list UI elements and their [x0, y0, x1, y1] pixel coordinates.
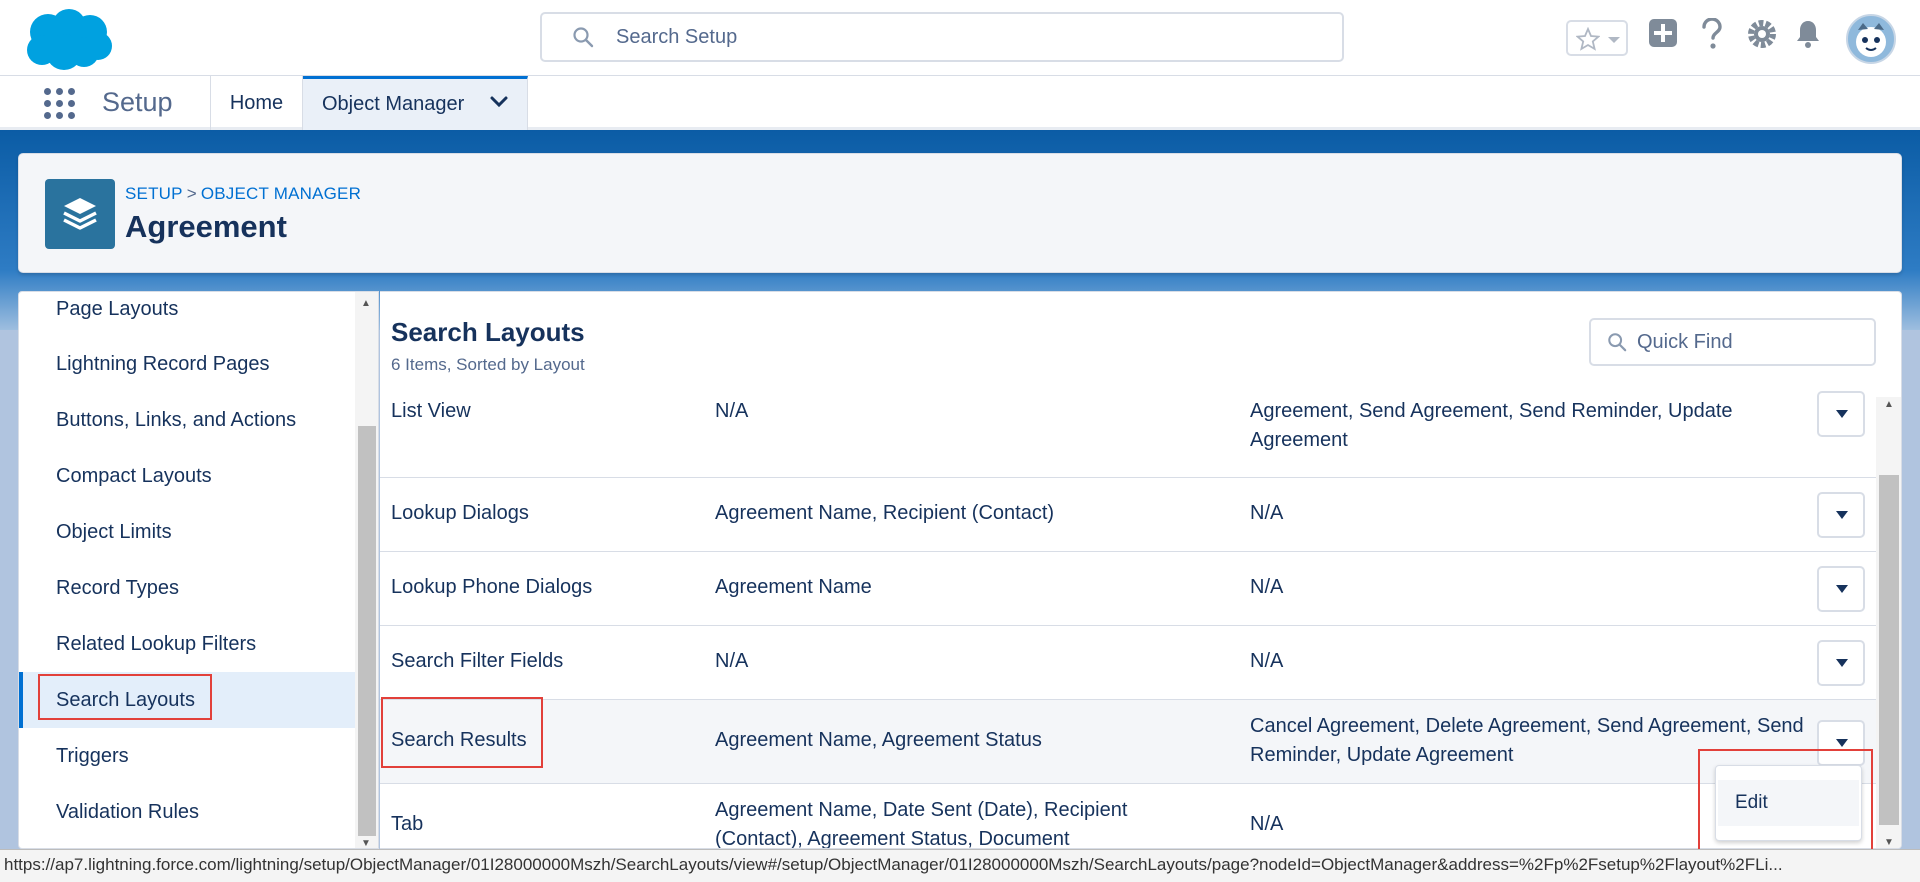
breadcrumb-object-manager[interactable]: OBJECT MANAGER	[201, 184, 361, 203]
layout-cell[interactable]: Lookup Dialogs	[391, 499, 529, 528]
chevron-down-icon	[1836, 659, 1848, 667]
fields-cell: Agreement Name	[715, 576, 872, 598]
app-launcher-icon[interactable]	[44, 88, 76, 120]
table-row[interactable]: Lookup Phone Dialogs Agreement Name N/A	[380, 552, 1876, 626]
layout-cell[interactable]: Tab	[391, 810, 423, 839]
sidebar-item-lightning-record-pages[interactable]: Lightning Record Pages	[19, 336, 355, 392]
sidebar-item-buttons-links-actions[interactable]: Buttons, Links, and Actions	[19, 392, 355, 448]
page-header: SETUP > OBJECT MANAGER Agreement	[18, 153, 1902, 273]
bell-icon[interactable]	[1794, 18, 1822, 50]
fields-cell: Agreement Name, Date Sent (Date), Recipi…	[715, 799, 1128, 849]
star-icon	[1576, 27, 1600, 51]
annotation-highlight-menu	[1698, 749, 1873, 855]
fields-cell: N/A	[715, 650, 749, 672]
sidebar-scrollbar-thumb[interactable]	[358, 426, 376, 836]
object-sidebar: Page Layouts Lightning Record Pages Butt…	[18, 291, 379, 849]
row-actions-button[interactable]	[1817, 492, 1865, 538]
quick-find-input[interactable]: Quick Find	[1589, 318, 1876, 366]
table-row[interactable]: List View N/A Agreement, Send Agreement,…	[380, 391, 1876, 478]
sidebar-item-page-layouts[interactable]: Page Layouts	[19, 292, 355, 337]
layout-cell[interactable]: Search Filter Fields	[391, 647, 563, 676]
plus-icon[interactable]	[1648, 18, 1678, 48]
search-icon	[573, 27, 594, 48]
fields-cell: N/A	[715, 400, 749, 422]
object-icon	[45, 179, 115, 249]
user-avatar-icon	[1856, 23, 1886, 57]
row-actions-button[interactable]	[1817, 391, 1865, 437]
salesforce-logo[interactable]	[22, 6, 114, 72]
breadcrumb-setup[interactable]: SETUP	[125, 184, 183, 203]
row-actions-button[interactable]	[1817, 566, 1865, 612]
chevron-down-icon	[1836, 410, 1848, 418]
scroll-down-arrow-icon[interactable]: ▼	[1884, 837, 1894, 848]
sidebar-item-object-limits[interactable]: Object Limits	[19, 504, 355, 560]
global-header: Search Setup	[0, 0, 1920, 75]
app-name: Setup	[102, 87, 173, 117]
browser-status-url: https://ap7.lightning.force.com/lightnin…	[0, 849, 1920, 882]
table-row[interactable]: Lookup Dialogs Agreement Name, Recipient…	[380, 478, 1876, 552]
table-scrollbar[interactable]: ▲ ▼	[1876, 397, 1901, 848]
annotation-highlight-sidebar	[38, 674, 212, 720]
scroll-up-arrow-icon[interactable]: ▲	[1884, 399, 1894, 410]
page-title: Agreement	[125, 209, 287, 244]
gear-icon[interactable]	[1746, 18, 1778, 50]
table-row[interactable]: Search Results Agreement Name, Agreement…	[380, 700, 1876, 784]
search-placeholder: Search Setup	[616, 25, 738, 48]
layers-icon	[63, 198, 97, 230]
layout-cell[interactable]: Lookup Phone Dialogs	[391, 573, 592, 602]
layout-cell[interactable]: List View	[391, 397, 471, 426]
sidebar-item-record-types[interactable]: Record Types	[19, 560, 355, 616]
chevron-down-icon	[1836, 585, 1848, 593]
search-layouts-panel: Search Layouts 6 Items, Sorted by Layout…	[380, 291, 1902, 849]
sidebar-item-compact-layouts[interactable]: Compact Layouts	[19, 448, 355, 504]
panel-title: Search Layouts	[391, 317, 585, 347]
avatar[interactable]	[1846, 14, 1896, 64]
chevron-down-icon[interactable]	[1606, 35, 1622, 45]
global-search-input[interactable]: Search Setup	[540, 12, 1344, 62]
breadcrumb-separator: >	[186, 184, 197, 203]
breadcrumb: SETUP > OBJECT MANAGER	[125, 184, 361, 204]
favorites-button[interactable]	[1566, 20, 1628, 56]
chevron-down-icon[interactable]	[489, 95, 509, 109]
help-icon[interactable]	[1699, 18, 1725, 50]
chevron-down-icon	[1836, 511, 1848, 519]
buttons-cell: N/A	[1250, 502, 1284, 524]
tab-object-manager-label: Object Manager	[322, 93, 465, 115]
quick-find-placeholder: Quick Find	[1637, 330, 1733, 353]
fields-cell: Agreement Name, Recipient (Contact)	[715, 502, 1055, 524]
sidebar-item-related-lookup-filters[interactable]: Related Lookup Filters	[19, 616, 355, 672]
panel-subtitle: 6 Items, Sorted by Layout	[391, 355, 585, 374]
sidebar-item-triggers[interactable]: Triggers	[19, 728, 355, 784]
sidebar-scrollbar[interactable]: ▲ ▼	[355, 292, 378, 848]
annotation-highlight-row	[381, 697, 543, 768]
tab-object-manager[interactable]: Object Manager	[303, 76, 528, 130]
tab-home[interactable]: Home	[211, 76, 303, 130]
row-actions-button[interactable]	[1817, 640, 1865, 686]
sidebar-item-validation-rules[interactable]: Validation Rules	[19, 784, 355, 840]
chevron-down-icon	[1836, 739, 1848, 747]
buttons-cell: N/A	[1250, 650, 1284, 672]
scroll-up-arrow-icon[interactable]: ▲	[361, 298, 371, 309]
buttons-cell: N/A	[1250, 576, 1284, 598]
fields-cell: Agreement Name, Agreement Status	[715, 729, 1042, 751]
scroll-down-arrow-icon[interactable]: ▼	[361, 838, 371, 848]
buttons-cell: Agreement, Send Agreement, Send Reminder…	[1250, 400, 1733, 451]
table-row[interactable]: Search Filter Fields N/A N/A	[380, 626, 1876, 700]
table-scrollbar-thumb[interactable]	[1879, 475, 1899, 825]
table-row[interactable]: Tab Agreement Name, Date Sent (Date), Re…	[380, 784, 1876, 849]
app-nav-bar: Setup Home Object Manager	[0, 75, 1920, 130]
search-icon	[1608, 333, 1627, 352]
